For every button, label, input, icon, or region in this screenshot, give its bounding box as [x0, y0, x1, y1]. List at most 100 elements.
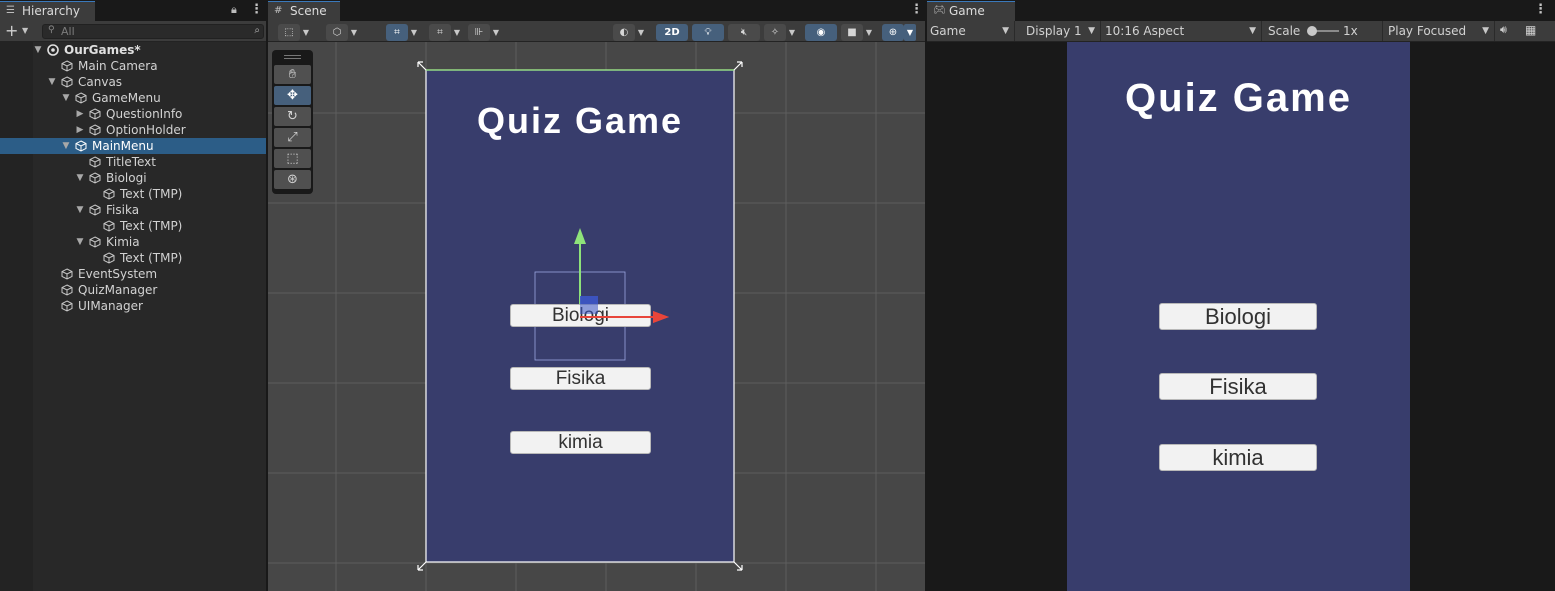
scene-pick-icon[interactable]: ⌕ — [254, 25, 260, 36]
game-kimia-button[interactable]: kimia — [1159, 444, 1317, 471]
tab-game-label: Game — [949, 4, 985, 18]
camera-icon[interactable]: ■ — [841, 24, 863, 41]
expanded-arrow-icon[interactable]: ▼ — [47, 74, 57, 90]
chevron-down-icon: ▼ — [1249, 26, 1256, 36]
game-view-select[interactable]: Game ▼ — [927, 21, 1015, 41]
tree-item-biologi[interactable]: ▼ Biologi — [0, 170, 266, 186]
scene-fisika-button[interactable]: Fisika — [510, 367, 651, 390]
collapsed-arrow-icon[interactable]: ▶ — [75, 106, 85, 122]
tree-item-mainmenu[interactable]: ▼ MainMenu — [0, 138, 266, 154]
tree-item-biologi-text[interactable]: Text (TMP) — [0, 186, 266, 202]
chevron-down-icon[interactable]: ▼ — [451, 24, 463, 41]
tree-item-label: Main Camera — [78, 59, 158, 73]
expanded-arrow-icon[interactable]: ▼ — [61, 90, 71, 106]
pivot-icon[interactable]: ⬡ — [326, 24, 348, 41]
collapsed-arrow-icon[interactable]: ▶ — [75, 122, 85, 138]
expanded-arrow-icon[interactable]: ▼ — [75, 202, 85, 218]
audio-mute-icon[interactable]: 🔇︎ — [728, 24, 760, 41]
tab-hierarchy-label: Hierarchy — [22, 4, 81, 18]
rotate-tool-icon[interactable]: ↻ — [274, 107, 311, 126]
chevron-down-icon[interactable]: ▼ — [904, 24, 916, 41]
tree-item-scene[interactable]: ▼ OurGames* — [0, 42, 266, 58]
tree-item-kimia[interactable]: ▼ Kimia — [0, 234, 266, 250]
tree-item-label: Canvas — [78, 75, 123, 89]
tree-item-label: Text (TMP) — [120, 187, 183, 201]
display-select[interactable]: Display 1 ▼ — [1023, 21, 1101, 41]
transform-tool-icon[interactable]: ⊛ — [274, 170, 311, 189]
chevron-down-icon: ▼ — [1088, 26, 1095, 36]
tab-game[interactable]: 🎮︎ Game — [927, 1, 1015, 21]
grid-snap-icon[interactable]: ⌗ — [386, 24, 408, 41]
game-view-canvas[interactable]: Quiz Game Biologi Fisika kimia — [1067, 42, 1410, 591]
add-icon[interactable]: + — [5, 21, 18, 40]
palette-grip[interactable] — [284, 55, 301, 56]
expanded-arrow-icon[interactable]: ▼ — [75, 234, 85, 250]
shading-mode-icon[interactable]: ◐ — [613, 24, 635, 41]
list-icon: ☰ — [6, 5, 15, 16]
expanded-arrow-icon[interactable]: ▼ — [33, 42, 43, 58]
tree-item-fisika-text[interactable]: Text (TMP) — [0, 218, 266, 234]
hierarchy-search[interactable]: ⚲ ⌕ — [42, 24, 264, 39]
tree-item-label: QuizManager — [78, 283, 158, 297]
stats-icon[interactable]: ▦ — [1525, 23, 1536, 37]
chevron-down-icon[interactable]: ▼ — [490, 24, 502, 41]
scene-biologi-button[interactable]: Biologi — [510, 304, 651, 327]
expanded-arrow-icon[interactable]: ▼ — [75, 170, 85, 186]
rect-tool-icon[interactable]: ⬚ — [274, 149, 311, 168]
more-options-icon[interactable]: ⋮ — [250, 2, 263, 17]
tree-item-uimanager[interactable]: UIManager — [0, 298, 266, 314]
search-icon: ⚲ — [48, 25, 55, 35]
chevron-down-icon[interactable]: ▼ — [348, 24, 360, 41]
gizmos-icon[interactable]: ⊕ — [882, 24, 904, 41]
chevron-down-icon[interactable]: ▼ — [22, 26, 28, 35]
hand-tool-icon[interactable]: ✋︎ — [274, 65, 311, 84]
chevron-down-icon[interactable]: ▼ — [786, 24, 798, 41]
game-fisika-button[interactable]: Fisika — [1159, 373, 1317, 400]
tree-item-quizmanager[interactable]: QuizManager — [0, 282, 266, 298]
tree-item-gamemenu[interactable]: ▼ GameMenu — [0, 90, 266, 106]
scale-slider-thumb[interactable] — [1307, 26, 1317, 36]
tree-item-canvas[interactable]: ▼ Canvas — [0, 74, 266, 90]
tree-item-label: EventSystem — [78, 267, 158, 281]
tool-handle-icon[interactable]: ⬚ — [278, 24, 300, 41]
game-view-select-value: Game — [930, 24, 966, 38]
hierarchy-tabbar: ☰ Hierarchy 🔒︎ ⋮ — [0, 0, 266, 21]
increment-snap-icon[interactable]: ⌗ — [429, 24, 451, 41]
chevron-down-icon[interactable]: ▼ — [408, 24, 420, 41]
tree-item-main-camera[interactable]: Main Camera — [0, 58, 266, 74]
gameobject-cube-icon — [89, 172, 101, 184]
tree-item-kimia-text[interactable]: Text (TMP) — [0, 250, 266, 266]
tree-item-optionholder[interactable]: ▶ OptionHolder — [0, 122, 266, 138]
scale-slider[interactable]: Scale 1x — [1265, 21, 1383, 41]
tree-item-eventsystem[interactable]: EventSystem — [0, 266, 266, 282]
chevron-down-icon[interactable]: ▼ — [863, 24, 875, 41]
more-options-icon[interactable]: ⋮ — [910, 2, 923, 17]
tree-item-questioninfo[interactable]: ▶ QuestionInfo — [0, 106, 266, 122]
audio-icon[interactable]: 🔊︎ — [1500, 23, 1507, 37]
gameobject-cube-icon — [75, 140, 87, 152]
tree-item-titletext[interactable]: TitleText — [0, 154, 266, 170]
chevron-down-icon[interactable]: ▼ — [300, 24, 312, 41]
scene-panel: # Scene ⋮ ⬚ ▼ ⬡ ▼ ⌗ ▼ ⌗ ▼ ⊪ ▼ ◐ ▼ 2D 💡︎ … — [268, 0, 925, 591]
play-mode-select[interactable]: Play Focused ▼ — [1385, 21, 1495, 41]
more-options-icon[interactable]: ⋮ — [1534, 2, 1547, 17]
effects-icon[interactable]: ✧ — [764, 24, 786, 41]
lock-icon[interactable]: 🔒︎ — [231, 3, 237, 17]
scale-tool-icon[interactable]: ⤢ — [274, 128, 311, 147]
hidden-objects-icon[interactable]: ◉ — [805, 24, 837, 41]
expanded-arrow-icon[interactable]: ▼ — [61, 138, 71, 154]
gamepad-icon: 🎮︎ — [933, 5, 946, 16]
tab-hierarchy[interactable]: ☰ Hierarchy — [0, 1, 95, 21]
chevron-down-icon[interactable]: ▼ — [635, 24, 647, 41]
move-tool-icon[interactable]: ✥ — [274, 86, 311, 105]
aspect-select[interactable]: 10:16 Aspect ▼ — [1102, 21, 1262, 41]
tree-item-label: UIManager — [78, 299, 143, 313]
lighting-icon[interactable]: 💡︎ — [692, 24, 724, 41]
scene-kimia-button[interactable]: kimia — [510, 431, 651, 454]
tab-scene[interactable]: # Scene — [268, 1, 340, 21]
tree-item-fisika[interactable]: ▼ Fisika — [0, 202, 266, 218]
search-input[interactable] — [61, 25, 231, 38]
game-biologi-button[interactable]: Biologi — [1159, 303, 1317, 330]
ruler-icon[interactable]: ⊪ — [468, 24, 490, 41]
toggle-2d-button[interactable]: 2D — [656, 24, 688, 41]
